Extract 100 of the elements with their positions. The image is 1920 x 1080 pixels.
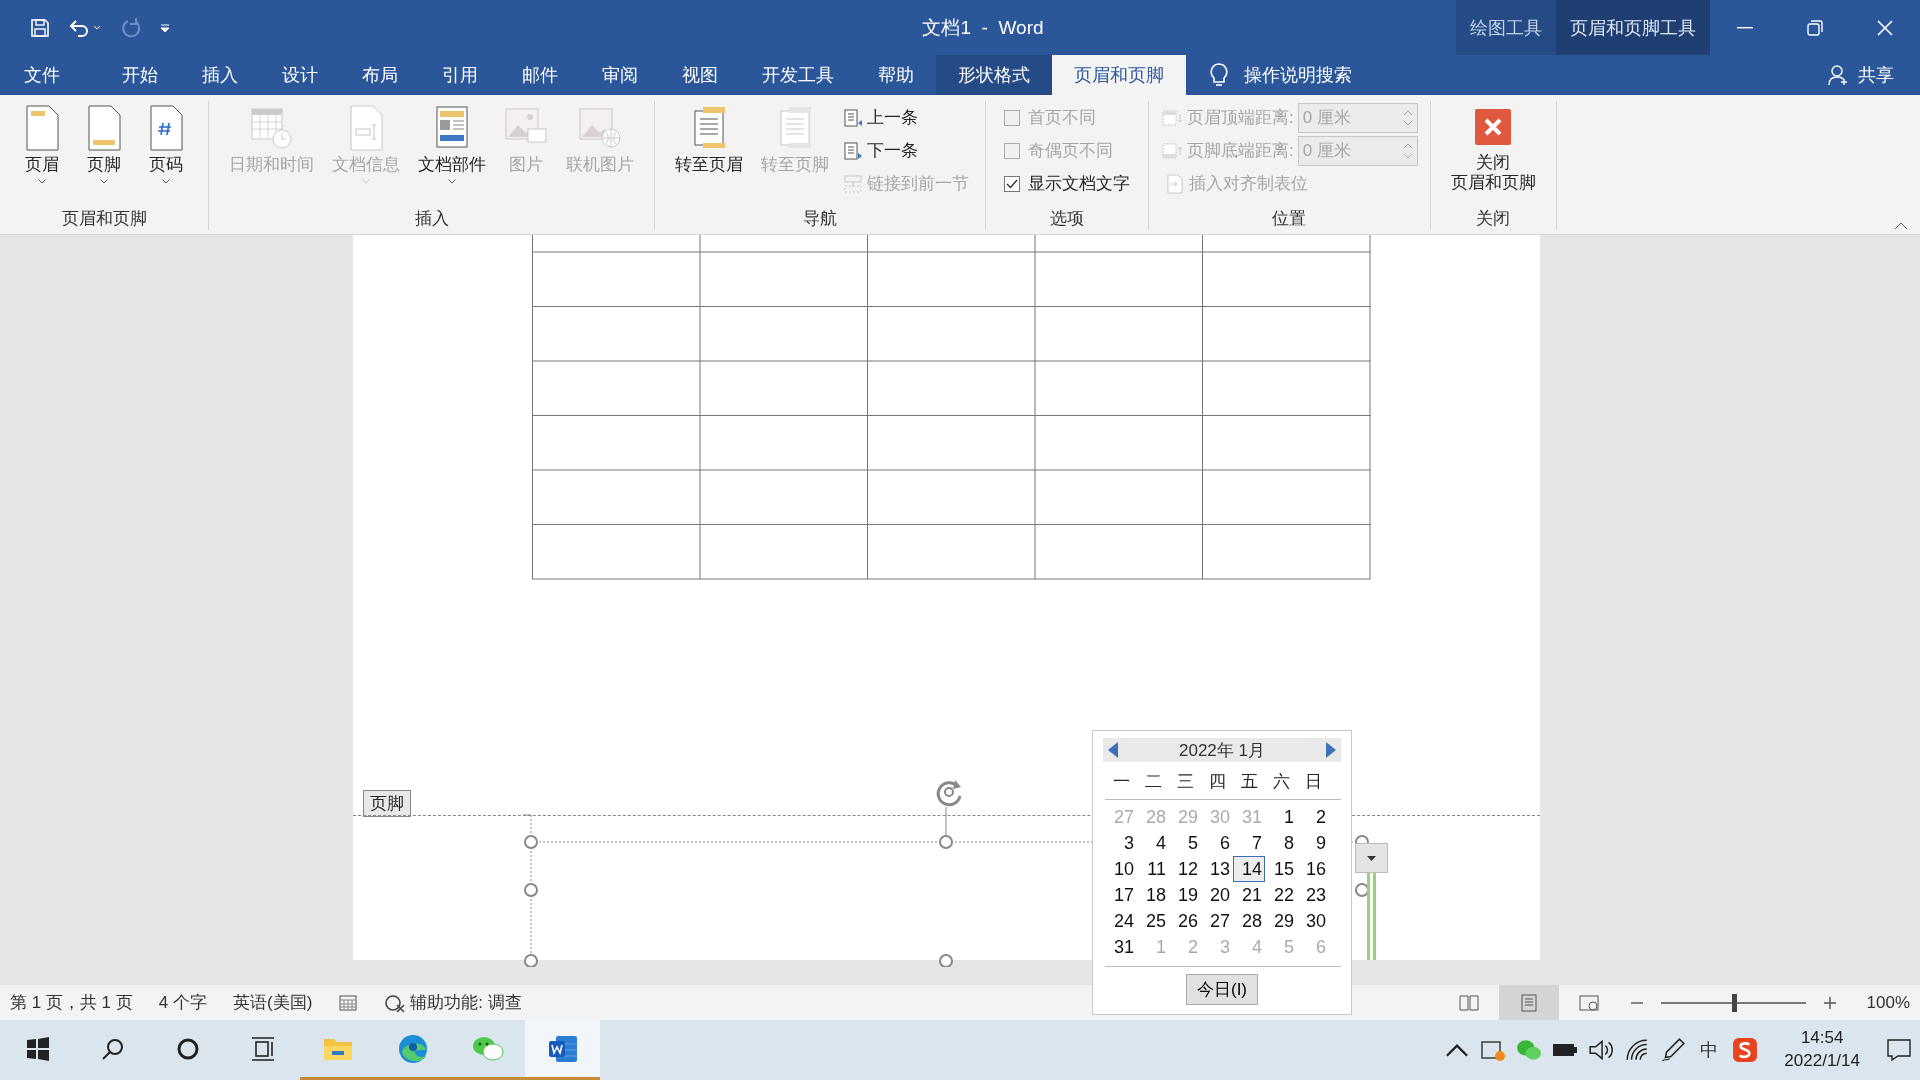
- calendar-day[interactable]: 6: [1201, 830, 1233, 856]
- footer-bottom-icon: [1161, 140, 1183, 161]
- language-indicator[interactable]: 英语(美国): [233, 991, 313, 1014]
- ribbon-tab[interactable]: 布局: [340, 55, 420, 95]
- calendar-day[interactable]: 16: [1297, 856, 1329, 882]
- previous-icon: [843, 107, 863, 128]
- calendar-day[interactable]: 13: [1201, 856, 1233, 882]
- calendar-day[interactable]: 10: [1105, 856, 1137, 882]
- calendar-day[interactable]: 24: [1105, 908, 1137, 934]
- calendar-day[interactable]: 17: [1105, 882, 1137, 908]
- field-label: 页眉顶端距离:: [1187, 107, 1294, 129]
- calendar-day[interactable]: 5: [1169, 830, 1201, 856]
- today-button[interactable]: 今日(I): [1185, 974, 1258, 1005]
- group-label: 选项: [1049, 208, 1085, 230]
- customize-caret-icon[interactable]: [160, 22, 170, 33]
- document-info-icon: [348, 105, 384, 151]
- calendar-day[interactable]: 22: [1265, 882, 1297, 908]
- page-count[interactable]: 第 1 页，共 1 页: [10, 991, 133, 1014]
- weekday-label: 一: [1111, 771, 1131, 793]
- view-button[interactable]: [1499, 985, 1559, 1020]
- zoom-slider-thumb[interactable]: [1731, 993, 1737, 1012]
- calendar-day[interactable]: 9: [1297, 830, 1329, 856]
- calendar-day[interactable]: 26: [1169, 908, 1201, 934]
- calendar-day[interactable]: 11: [1137, 856, 1169, 882]
- online-picture-icon: [578, 105, 622, 151]
- share-button[interactable]: 共享: [1822, 55, 1920, 95]
- search-prompt[interactable]: 操作说明搜索: [1244, 63, 1352, 87]
- calendar-day[interactable]: 31: [1105, 934, 1137, 960]
- checkbox[interactable]: [1004, 175, 1020, 192]
- accessibility-button[interactable]: 辅助功能: 调查: [384, 991, 522, 1014]
- calendar-day[interactable]: 19: [1169, 882, 1201, 908]
- undo-icon[interactable]: [68, 17, 102, 38]
- ribbon-tab[interactable]: 引用: [420, 55, 500, 95]
- ribbon-tab[interactable]: 视图: [660, 55, 740, 95]
- group-label: 页眉和页脚: [60, 208, 148, 230]
- calendar-day[interactable]: 28: [1233, 908, 1265, 934]
- calendar-day[interactable]: 30: [1297, 908, 1329, 934]
- ribbon-tab[interactable]: 形状格式: [936, 55, 1052, 95]
- ribbon-button[interactable]: 下一条: [839, 136, 973, 165]
- ribbon-tab[interactable]: 开始: [100, 55, 180, 95]
- month-title: 2022年 1月: [1179, 739, 1265, 762]
- ribbon-tab[interactable]: 审阅: [580, 55, 660, 95]
- calendar-day[interactable]: 12: [1169, 856, 1201, 882]
- calendar-day[interactable]: 14: [1233, 856, 1265, 882]
- page-header-icon: [24, 105, 60, 151]
- collapse-ribbon-icon[interactable]: [1894, 222, 1908, 230]
- checkbox-label: 显示文档文字: [1028, 173, 1130, 195]
- previous-month-icon[interactable]: [1107, 741, 1119, 759]
- ribbon-button[interactable]: 页脚: [74, 101, 134, 207]
- window-title: 文档1 - Word: [921, 15, 1045, 40]
- calendar-day[interactable]: 4: [1137, 830, 1169, 856]
- ribbon-tab[interactable]: 开发工具: [740, 55, 856, 95]
- save-icon[interactable]: [30, 17, 50, 38]
- word-count[interactable]: 4 个字: [158, 991, 207, 1014]
- calendar-day[interactable]: 23: [1297, 882, 1329, 908]
- ribbon-tab[interactable]: 页眉和页脚: [1052, 55, 1186, 95]
- quick-parts-icon: [434, 105, 470, 151]
- ribbon-button[interactable]: 上一条: [839, 103, 973, 132]
- calendar-day[interactable]: 1: [1265, 804, 1297, 830]
- clock[interactable]: 14:54 2022/1/14: [1768, 1027, 1876, 1073]
- calendar-day[interactable]: 21: [1233, 882, 1265, 908]
- next-month-icon[interactable]: [1325, 741, 1337, 759]
- ribbon-tab[interactable]: 设计: [260, 55, 340, 95]
- close-header-footer-button[interactable]: 关闭 页眉和页脚: [1442, 101, 1544, 207]
- field-label: 页脚底端距离:: [1187, 140, 1294, 162]
- calendar-day[interactable]: 2: [1297, 804, 1329, 830]
- ribbon-tab[interactable]: 插入: [180, 55, 260, 95]
- ribbon-tab[interactable]: 邮件: [500, 55, 580, 95]
- calendar-day[interactable]: 8: [1265, 830, 1297, 856]
- chat-icon: [471, 1034, 504, 1063]
- header-top-icon: [1161, 107, 1183, 128]
- ribbon-button[interactable]: 页码: [136, 101, 196, 207]
- calendar-day[interactable]: 29: [1265, 908, 1297, 934]
- taskbar-app[interactable]: [525, 1020, 600, 1080]
- zoom-level[interactable]: 100%: [1848, 992, 1910, 1013]
- person-add-icon: [1828, 64, 1850, 86]
- calendar-day[interactable]: 20: [1201, 882, 1233, 908]
- ribbon-button[interactable]: 文档部件: [410, 101, 494, 207]
- weekday-label: 五: [1239, 771, 1259, 793]
- calendar-day[interactable]: 3: [1105, 830, 1137, 856]
- ribbon-button[interactable]: 页眉: [12, 101, 72, 207]
- calendar-day[interactable]: 18: [1137, 882, 1169, 908]
- input-method[interactable]: 中: [1696, 1038, 1723, 1062]
- calendar-day[interactable]: 7: [1233, 830, 1265, 856]
- context-tab-group: 绘图工具: [1456, 0, 1556, 55]
- checkbox-label: 奇偶页不同: [1028, 140, 1113, 162]
- group-label: 关闭: [1475, 208, 1512, 230]
- ribbon-tab[interactable]: 帮助: [856, 55, 936, 95]
- macro-icon[interactable]: [338, 993, 359, 1012]
- calendar-day[interactable]: 25: [1137, 908, 1169, 934]
- redo-icon[interactable]: [120, 16, 142, 39]
- weekday-label: 二: [1143, 771, 1163, 793]
- weekday-label: 日: [1303, 771, 1323, 793]
- page-number-icon: [148, 105, 184, 151]
- link-icon: [843, 173, 863, 194]
- calendar-day[interactable]: 15: [1265, 856, 1297, 882]
- calendar-day[interactable]: 27: [1201, 908, 1233, 934]
- ribbon-button[interactable]: 转至页眉: [667, 101, 751, 207]
- checkbox-label: 首页不同: [1028, 107, 1096, 129]
- ribbon-tab[interactable]: 文件: [0, 55, 100, 95]
